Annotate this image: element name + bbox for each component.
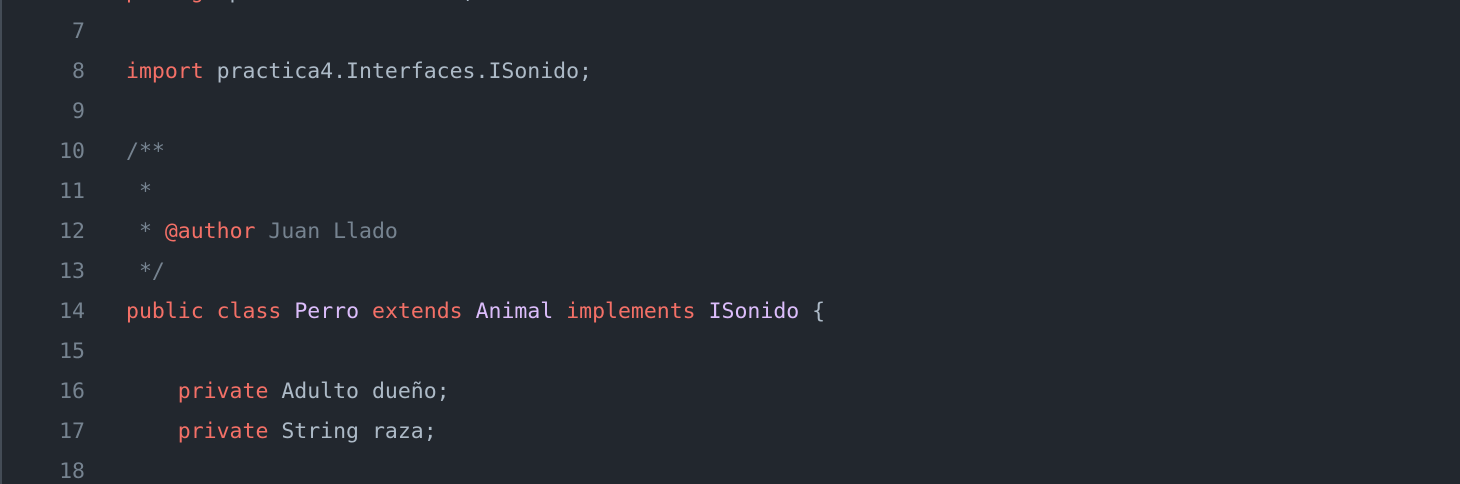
code-line[interactable]: 12 * @author Juan Llado xyxy=(2,212,1460,252)
code-token: * xyxy=(126,179,152,204)
code-token: * xyxy=(126,219,165,244)
code-token: implements xyxy=(566,299,696,324)
line-code[interactable]: import practica4.Interfaces.ISonido; xyxy=(85,52,1460,92)
code-token: @author xyxy=(164,219,256,244)
code-line[interactable]: 11 * xyxy=(2,172,1460,212)
code-token: { xyxy=(799,299,826,324)
code-line[interactable]: 15 xyxy=(2,332,1460,372)
code-token: extends xyxy=(372,299,463,324)
code-line[interactable]: 16 private Adulto dueño; xyxy=(2,372,1460,412)
code-line[interactable]: 6package practica4.Animales; xyxy=(2,0,1460,12)
line-number: 10 xyxy=(59,139,85,164)
line-code[interactable]: /** xyxy=(85,132,1460,172)
code-line[interactable]: 13 */ xyxy=(2,252,1460,292)
line-number: 14 xyxy=(59,299,85,324)
code-token: ISonido xyxy=(708,299,800,324)
code-token: Animal xyxy=(475,299,554,324)
line-number: 11 xyxy=(59,179,85,204)
line-code[interactable]: private String raza; xyxy=(85,412,1460,452)
code-area[interactable]: 6package practica4.Animales;78import pra… xyxy=(2,0,1460,484)
line-number: 6 xyxy=(2,0,85,12)
code-line[interactable]: 7 xyxy=(2,12,1460,52)
code-token: Adulto dueño; xyxy=(268,379,450,404)
line-number: 8 xyxy=(72,59,85,84)
code-line[interactable]: 14 public class Perro extends Animal impl… xyxy=(2,292,1460,332)
line-number: 18 xyxy=(59,459,85,484)
code-token: package xyxy=(126,0,217,4)
line-code[interactable]: */ xyxy=(85,252,1460,292)
line-code[interactable]: * @author Juan Llado xyxy=(85,212,1460,252)
line-number: 12 xyxy=(59,219,85,244)
line-code[interactable] xyxy=(85,92,1460,132)
line-code[interactable]: package practica4.Animales; xyxy=(85,0,1460,12)
line-code[interactable]: * xyxy=(85,172,1460,212)
code-token: Juan Llado xyxy=(255,219,398,244)
code-token: /** xyxy=(126,139,165,164)
line-number: 17 xyxy=(59,419,85,444)
line-number: 9 xyxy=(72,99,85,124)
code-line[interactable]: 10 /** xyxy=(2,132,1460,172)
code-token: private xyxy=(177,379,269,404)
code-token: public xyxy=(126,299,204,324)
line-code[interactable]: private Adulto dueño; xyxy=(85,372,1460,412)
code-token: Perro xyxy=(294,299,360,324)
code-token: practica4.Animales; xyxy=(217,0,476,4)
code-token: */ xyxy=(126,259,165,284)
code-token: import xyxy=(126,59,204,84)
code-line[interactable]: 17 private String raza; xyxy=(2,412,1460,452)
code-line[interactable]: 18 xyxy=(2,452,1460,484)
code-editor[interactable]: 6package practica4.Animales;78import pra… xyxy=(0,0,1460,484)
line-number: 13 xyxy=(59,259,85,284)
line-number: 16 xyxy=(59,379,85,404)
code-token: String raza; xyxy=(268,419,437,444)
code-line[interactable]: 9 xyxy=(2,92,1460,132)
line-number: 15 xyxy=(59,339,85,364)
code-token: private xyxy=(177,419,269,444)
line-code[interactable] xyxy=(85,12,1460,52)
line-code[interactable] xyxy=(85,452,1460,484)
line-number: 7 xyxy=(72,19,85,44)
code-line[interactable]: 8 import practica4.Interfaces.ISonido; xyxy=(2,52,1460,92)
line-code[interactable] xyxy=(85,332,1460,372)
code-token: class xyxy=(216,299,282,324)
code-token: practica4.Interfaces.ISonido; xyxy=(203,59,592,84)
line-code[interactable]: public class Perro extends Animal implem… xyxy=(85,292,1460,332)
